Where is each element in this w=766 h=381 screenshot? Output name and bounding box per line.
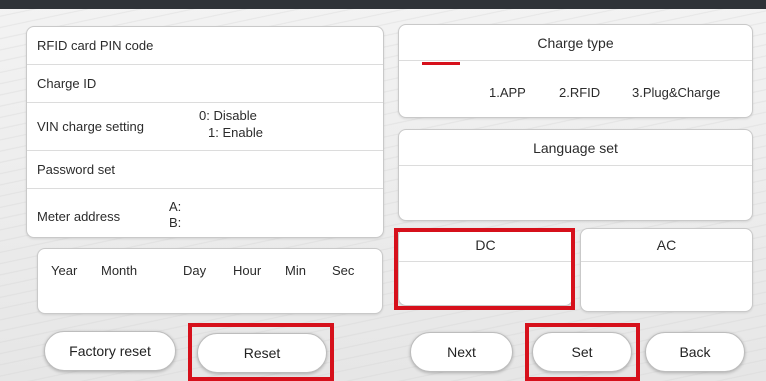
charge-id-row[interactable]: Charge ID — [27, 65, 383, 103]
dc-title: DC — [399, 229, 572, 262]
day-label: Day — [183, 263, 207, 278]
set-button[interactable]: Set — [532, 332, 632, 372]
vin-setting-label: VIN charge setting — [37, 119, 144, 134]
sec-label: Sec — [332, 263, 355, 278]
month-label: Month — [101, 263, 138, 278]
meter-a-label: A: — [169, 199, 182, 214]
year-label: Year — [51, 263, 78, 278]
charge-type-option-rfid[interactable]: 2.RFID — [559, 85, 600, 100]
settings-list-panel: RFID card PIN code Charge ID VIN charge … — [26, 26, 384, 238]
vin-setting-row[interactable]: VIN charge setting 0: Disable 1: Enable — [27, 103, 383, 151]
ac-panel[interactable]: AC — [580, 228, 753, 312]
password-label: Password set — [37, 162, 116, 177]
password-row[interactable]: Password set — [27, 151, 383, 189]
dc-panel[interactable]: DC — [398, 228, 573, 306]
factory-reset-button[interactable]: Factory reset — [44, 331, 176, 371]
settings-screen: RFID card PIN code Charge ID VIN charge … — [0, 0, 766, 381]
back-button[interactable]: Back — [645, 332, 745, 372]
meter-address-label: Meter address — [37, 208, 121, 224]
charge-id-label: Charge ID — [37, 76, 97, 91]
meter-address-row[interactable]: Meter address A: B: — [27, 189, 383, 237]
rfid-pin-label: RFID card PIN code — [37, 38, 154, 53]
datetime-panel[interactable]: Year Month Day Hour Min Sec — [37, 248, 383, 314]
reset-button[interactable]: Reset — [197, 333, 327, 373]
vin-option-enable: 1: Enable — [208, 125, 263, 140]
charge-type-option-plug-charge[interactable]: 3.Plug&Charge — [632, 85, 720, 100]
vin-option-disable: 0: Disable — [199, 108, 257, 123]
charge-type-panel: Charge type 1.APP 2.RFID 3.Plug&Charge — [398, 24, 753, 118]
charge-type-indicator — [422, 62, 460, 65]
hour-label: Hour — [233, 263, 262, 278]
ac-title: AC — [581, 229, 752, 262]
charge-type-title: Charge type — [399, 25, 752, 61]
top-bar — [0, 0, 766, 9]
language-title: Language set — [399, 130, 752, 166]
meter-b-label: B: — [169, 215, 182, 230]
charge-type-option-app[interactable]: 1.APP — [489, 85, 526, 100]
min-label: Min — [285, 263, 306, 278]
next-button[interactable]: Next — [410, 332, 513, 372]
rfid-pin-row[interactable]: RFID card PIN code — [27, 27, 383, 65]
language-panel[interactable]: Language set — [398, 129, 753, 221]
